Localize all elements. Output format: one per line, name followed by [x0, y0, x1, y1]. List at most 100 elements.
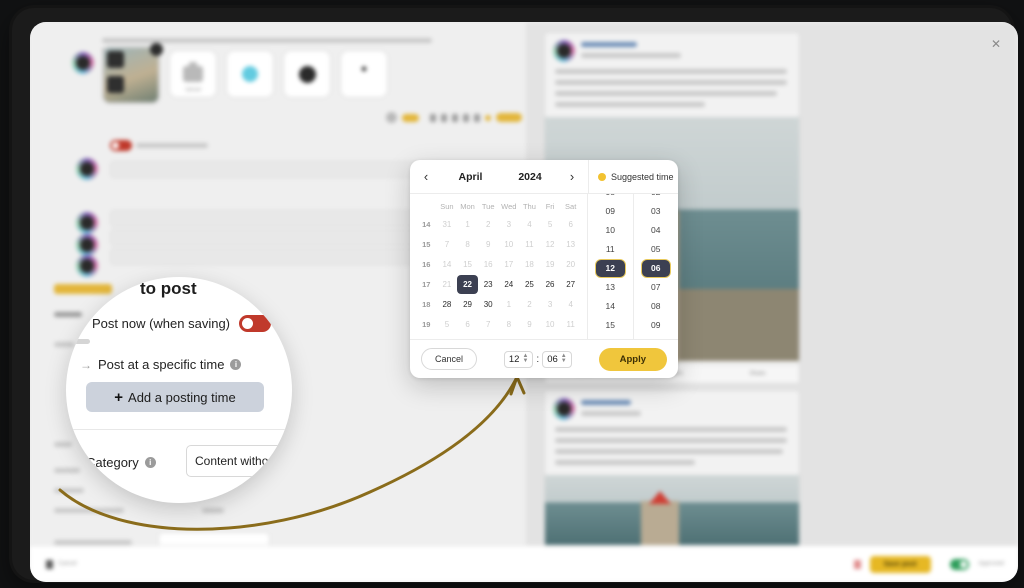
date-cell: 9 — [485, 240, 491, 249]
minute-spinner-arrows-icon[interactable]: ▲ ▼ — [561, 353, 567, 364]
camera-icon — [183, 62, 203, 82]
weekday-header-0: Sun — [440, 202, 454, 211]
link-icon[interactable] — [430, 113, 436, 122]
media-thumb-black[interactable] — [283, 50, 331, 98]
minute-option[interactable]: 05 — [634, 240, 679, 259]
minute-option[interactable]: 08 — [634, 297, 679, 316]
cancel-button[interactable]: Cancel — [421, 348, 478, 370]
calendar-header: ‹ April 2024 › Suggested time — [410, 160, 678, 194]
hour-option[interactable]: 10 — [588, 221, 633, 240]
date-cell[interactable]: 26 — [540, 275, 561, 294]
media-thumb-cyan[interactable] — [226, 50, 274, 98]
minute-column[interactable]: 020304050607080910 — [634, 194, 679, 339]
date-cell: 20 — [566, 260, 576, 269]
time-steppers[interactable]: 12 ▲ ▼ : 06 ▲ ▼ — [477, 350, 599, 368]
minute-option[interactable]: 04 — [634, 221, 679, 240]
add-posting-time-label: Add a posting time — [128, 389, 236, 405]
date-cell[interactable]: 30 — [478, 295, 499, 314]
media-thumb-row[interactable]: Upload — [102, 43, 388, 104]
minute-option[interactable]: 03 — [634, 202, 679, 221]
category-select[interactable]: Content withou — [186, 445, 292, 477]
minute-option[interactable]: 02 — [634, 194, 679, 202]
post-now-toggle[interactable] — [239, 315, 272, 332]
hour-list[interactable]: 080910111213141516 — [588, 194, 633, 339]
datetime-picker-popup[interactable]: ‹ April 2024 › Suggested time Sun Mon Tue W… — [410, 160, 678, 378]
hour-stepper[interactable]: 12 ▲ ▼ — [503, 350, 534, 368]
calendar-nav: ‹ April 2024 › — [410, 160, 589, 193]
ai-pill[interactable] — [496, 113, 522, 122]
italic-icon[interactable] — [452, 113, 458, 122]
minute-option[interactable]: 07 — [634, 278, 679, 297]
calendar-month[interactable]: April — [437, 171, 504, 183]
share-label[interactable]: Share — [749, 371, 765, 377]
device-frame: Upload Share Cancel Save post Approved ✕… — [12, 8, 1018, 582]
yellow-dot-icon[interactable] — [485, 114, 491, 121]
add-posting-time-button[interactable]: + Add a posting time — [86, 382, 264, 412]
comment-toggle[interactable] — [110, 140, 132, 151]
minute-option[interactable]: 09 — [634, 316, 679, 335]
hour-option[interactable]: 15 — [588, 316, 633, 335]
weekday-header-1: Mon — [460, 202, 475, 211]
date-cell: 16 — [483, 260, 493, 269]
underline-icon[interactable] — [463, 113, 469, 122]
thumb-edit-icon — [107, 76, 124, 93]
magnifier-content: to post Post now (when saving) → Post at… — [66, 277, 292, 503]
post-image — [545, 475, 799, 547]
hashtag-pill[interactable] — [402, 113, 419, 122]
avatar — [553, 398, 575, 420]
save-post-button[interactable]: Save post — [869, 555, 931, 573]
bold-icon[interactable] — [441, 113, 447, 122]
hour-option[interactable]: 11 — [588, 240, 633, 259]
hour-option[interactable]: 13 — [588, 278, 633, 297]
hour-spinner-arrows-icon[interactable]: ▲ ▼ — [522, 353, 528, 364]
hour-option[interactable]: 14 — [588, 297, 633, 316]
date-cell-selected[interactable]: 22 — [457, 275, 478, 294]
media-thumb-selected[interactable] — [102, 43, 163, 104]
post-text — [555, 80, 787, 85]
date-cell[interactable]: 27 — [560, 275, 581, 294]
hour-option[interactable]: 09 — [588, 202, 633, 221]
cancel-label[interactable]: Cancel — [58, 561, 77, 567]
chevron-right-icon[interactable]: › — [561, 165, 583, 188]
list-icon[interactable] — [474, 113, 480, 122]
date-cell[interactable]: 24 — [499, 275, 520, 294]
emoji-icon[interactable] — [386, 112, 397, 123]
date-cell[interactable]: 23 — [478, 275, 499, 294]
info-icon[interactable]: i — [230, 359, 242, 370]
hour-option-selected[interactable]: 12 — [595, 259, 626, 278]
weekday-header-6: Sat — [565, 202, 577, 211]
avatar — [76, 255, 98, 277]
post-meta — [581, 411, 641, 416]
date-cell[interactable]: 25 — [519, 275, 540, 294]
calendar-year[interactable]: 2024 — [504, 171, 556, 183]
chevron-left-icon[interactable]: ‹ — [415, 165, 437, 188]
date-cell: 9 — [527, 320, 532, 329]
approved-toggle[interactable] — [950, 558, 970, 570]
date-cell[interactable]: 29 — [457, 295, 478, 314]
date-grid[interactable]: Sun Mon Tue Wed Thu Fri Sat 14 31 1 2 3 4 5 6 15 7 8 9 10 11… — [416, 199, 581, 334]
week-number: 17 — [422, 280, 431, 289]
info-icon[interactable]: i — [144, 457, 156, 468]
upload-button[interactable]: Upload — [169, 50, 217, 98]
post-now-row[interactable]: Post now (when saving) — [92, 315, 272, 332]
avatar — [76, 234, 98, 256]
hour-option[interactable]: 16 — [588, 335, 633, 339]
save-group[interactable]: Save post Approved — [853, 555, 1004, 573]
minute-list[interactable]: 020304050607080910 — [634, 194, 679, 339]
hour-option[interactable]: 08 — [588, 194, 633, 202]
avatar — [76, 212, 98, 234]
date-cell: 12 — [545, 240, 555, 249]
category-label: Category — [86, 455, 139, 470]
close-icon[interactable]: ✕ — [988, 36, 1004, 52]
ghost-label — [74, 339, 90, 344]
rich-text-toolbar[interactable] — [386, 112, 522, 123]
time-columns[interactable]: 080910111213141516 020304050607080910 — [588, 194, 678, 339]
minute-option[interactable]: 10 — [634, 335, 679, 339]
hour-column[interactable]: 080910111213141516 — [588, 194, 634, 339]
apply-button[interactable]: Apply — [598, 347, 667, 371]
cancel-group[interactable]: Cancel — [46, 559, 77, 569]
minute-stepper[interactable]: 06 ▲ ▼ — [542, 350, 572, 368]
date-cell[interactable]: 28 — [437, 295, 458, 314]
media-thumb-person[interactable] — [340, 50, 388, 98]
minute-option-selected[interactable]: 06 — [640, 259, 671, 278]
